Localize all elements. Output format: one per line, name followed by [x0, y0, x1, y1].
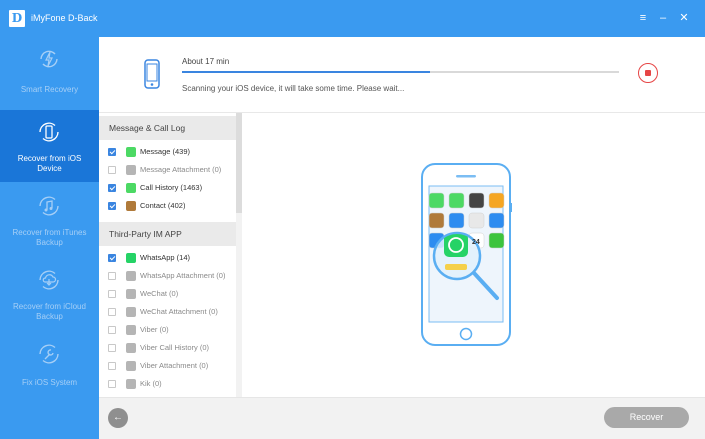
- calendar-day-label: 24: [472, 239, 480, 246]
- contacts-app-icon: [428, 212, 445, 229]
- category-checkbox[interactable]: [108, 272, 116, 280]
- photos-app-icon: [488, 192, 505, 209]
- app-logo: D: [9, 10, 25, 27]
- title-bar: D iMyFone D-Back ≡ – ✕: [0, 0, 705, 37]
- viber-icon: [126, 325, 136, 335]
- phone-app-icon: [448, 192, 465, 209]
- kik-icon: [126, 379, 136, 389]
- sidebar-item-recover-ios[interactable]: Recover from iOS Device: [0, 110, 99, 182]
- wrench-icon: [39, 344, 59, 364]
- message-attachment-icon: [126, 165, 136, 175]
- category-checkbox[interactable]: [108, 290, 116, 298]
- category-item[interactable]: Message (439): [99, 143, 236, 161]
- back-button[interactable]: ←: [108, 408, 128, 428]
- contact-icon: [126, 201, 136, 211]
- app-title: iMyFone D-Back: [31, 13, 98, 23]
- category-checkbox[interactable]: [108, 326, 116, 334]
- category-checkbox[interactable]: [108, 362, 116, 370]
- category-checkbox[interactable]: [108, 308, 116, 316]
- recover-button[interactable]: Recover: [604, 407, 689, 428]
- sidebar-item-fix-ios[interactable]: Fix iOS System: [0, 332, 99, 404]
- category-label: Kik (0): [140, 379, 162, 388]
- category-label: Contact (402): [140, 201, 186, 210]
- data-type-list[interactable]: Message & Call Log Message (439) Message A…: [99, 113, 242, 397]
- category-item[interactable]: Viber (0): [99, 321, 236, 339]
- phone-icon: [126, 183, 136, 193]
- category-item[interactable]: WeChat (0): [99, 285, 236, 303]
- sidebar-item-label: Smart Recovery: [20, 85, 79, 94]
- category-label: WeChat Attachment (0): [140, 307, 218, 316]
- wechat-app-icon: [488, 232, 505, 249]
- close-button[interactable]: ✕: [677, 11, 691, 25]
- category-label: Message Attachment (0): [140, 165, 222, 174]
- category-checkbox[interactable]: [108, 344, 116, 352]
- stop-scan-button[interactable]: [638, 63, 658, 83]
- stop-icon: [644, 69, 651, 76]
- sidebar-item-label: Recover from iCloud Backup: [13, 302, 86, 321]
- wechat-icon: [126, 289, 136, 299]
- minimize-button[interactable]: –: [656, 11, 670, 25]
- category-label: WeChat (0): [140, 289, 179, 298]
- whatsapp-attachment-icon: [126, 271, 136, 281]
- viber-call-icon: [126, 343, 136, 353]
- category-item[interactable]: Contact (402): [99, 197, 236, 215]
- viber-attachment-icon: [126, 361, 136, 371]
- category-item[interactable]: Call History (1463): [99, 179, 236, 197]
- phone-icon: [144, 59, 160, 89]
- category-label: Message (439): [140, 147, 191, 156]
- message-app-icon: [428, 192, 445, 209]
- category-item[interactable]: WhatsApp Attachment (0): [99, 267, 236, 285]
- category-item[interactable]: WeChat Attachment (0): [99, 303, 236, 321]
- category-item[interactable]: Message Attachment (0): [99, 161, 236, 179]
- lightning-refresh-icon: [40, 50, 58, 68]
- category-group-header: Third-Party IM APP: [99, 222, 236, 246]
- category-group-header: Message & Call Log: [99, 116, 236, 140]
- phone-scan-illustration: 24: [421, 163, 512, 346]
- notes-app-icon: [468, 212, 485, 229]
- category-checkbox[interactable]: [108, 254, 116, 262]
- scan-progress-panel: About 17 min Scanning your iOS device, i…: [99, 37, 705, 113]
- sidebar-item-label: Recover from iTunes Backup: [12, 228, 87, 247]
- scan-illustration: 24: [242, 113, 705, 397]
- category-label: Call History (1463): [140, 183, 203, 192]
- sidebar-item-smart-recovery[interactable]: Smart Recovery: [0, 37, 99, 109]
- time-remaining: About 17 min: [182, 57, 230, 66]
- category-item[interactable]: Viber Call History (0): [99, 339, 236, 357]
- whatsapp-icon: [126, 253, 136, 263]
- category-checkbox[interactable]: [108, 202, 116, 210]
- scan-status-message: Scanning your iOS device, it will take s…: [182, 84, 405, 93]
- progress-bar: [182, 71, 619, 73]
- category-label: WhatsApp (14): [140, 253, 191, 262]
- category-item[interactable]: Viber Attachment (0): [99, 357, 236, 375]
- category-checkbox[interactable]: [108, 380, 116, 388]
- sidebar-item-label: Fix iOS System: [21, 378, 78, 387]
- sidebar-item-icloud-backup[interactable]: Recover from iCloud Backup: [0, 258, 99, 330]
- safari-app-icon: [488, 212, 505, 229]
- clapper-app-icon: [468, 192, 485, 209]
- phone-refresh-icon: [39, 122, 59, 142]
- progress-fill: [182, 71, 430, 73]
- message-icon: [126, 147, 136, 157]
- category-item[interactable]: WhatsApp (14): [99, 249, 236, 267]
- category-label: Viber (0): [140, 325, 169, 334]
- category-label: Viber Call History (0): [140, 343, 210, 352]
- cloud-download-icon: [39, 270, 59, 290]
- category-checkbox[interactable]: [108, 166, 116, 174]
- category-checkbox[interactable]: [108, 148, 116, 156]
- menu-button[interactable]: ≡: [636, 11, 650, 25]
- wechat-attachment-icon: [126, 307, 136, 317]
- sidebar-item-label: Recover from iOS Device: [17, 154, 82, 173]
- category-checkbox[interactable]: [108, 184, 116, 192]
- category-item[interactable]: Kik (0): [99, 375, 236, 393]
- music-note-icon: [39, 196, 59, 216]
- sidebar: Smart Recovery Recover from iOS Device R…: [0, 37, 99, 439]
- bottom-bar: ← Recover: [99, 397, 705, 439]
- category-label: WhatsApp Attachment (0): [140, 271, 226, 280]
- category-label: Viber Attachment (0): [140, 361, 209, 370]
- app-store-app-icon: [448, 212, 465, 229]
- sidebar-item-itunes-backup[interactable]: Recover from iTunes Backup: [0, 184, 99, 256]
